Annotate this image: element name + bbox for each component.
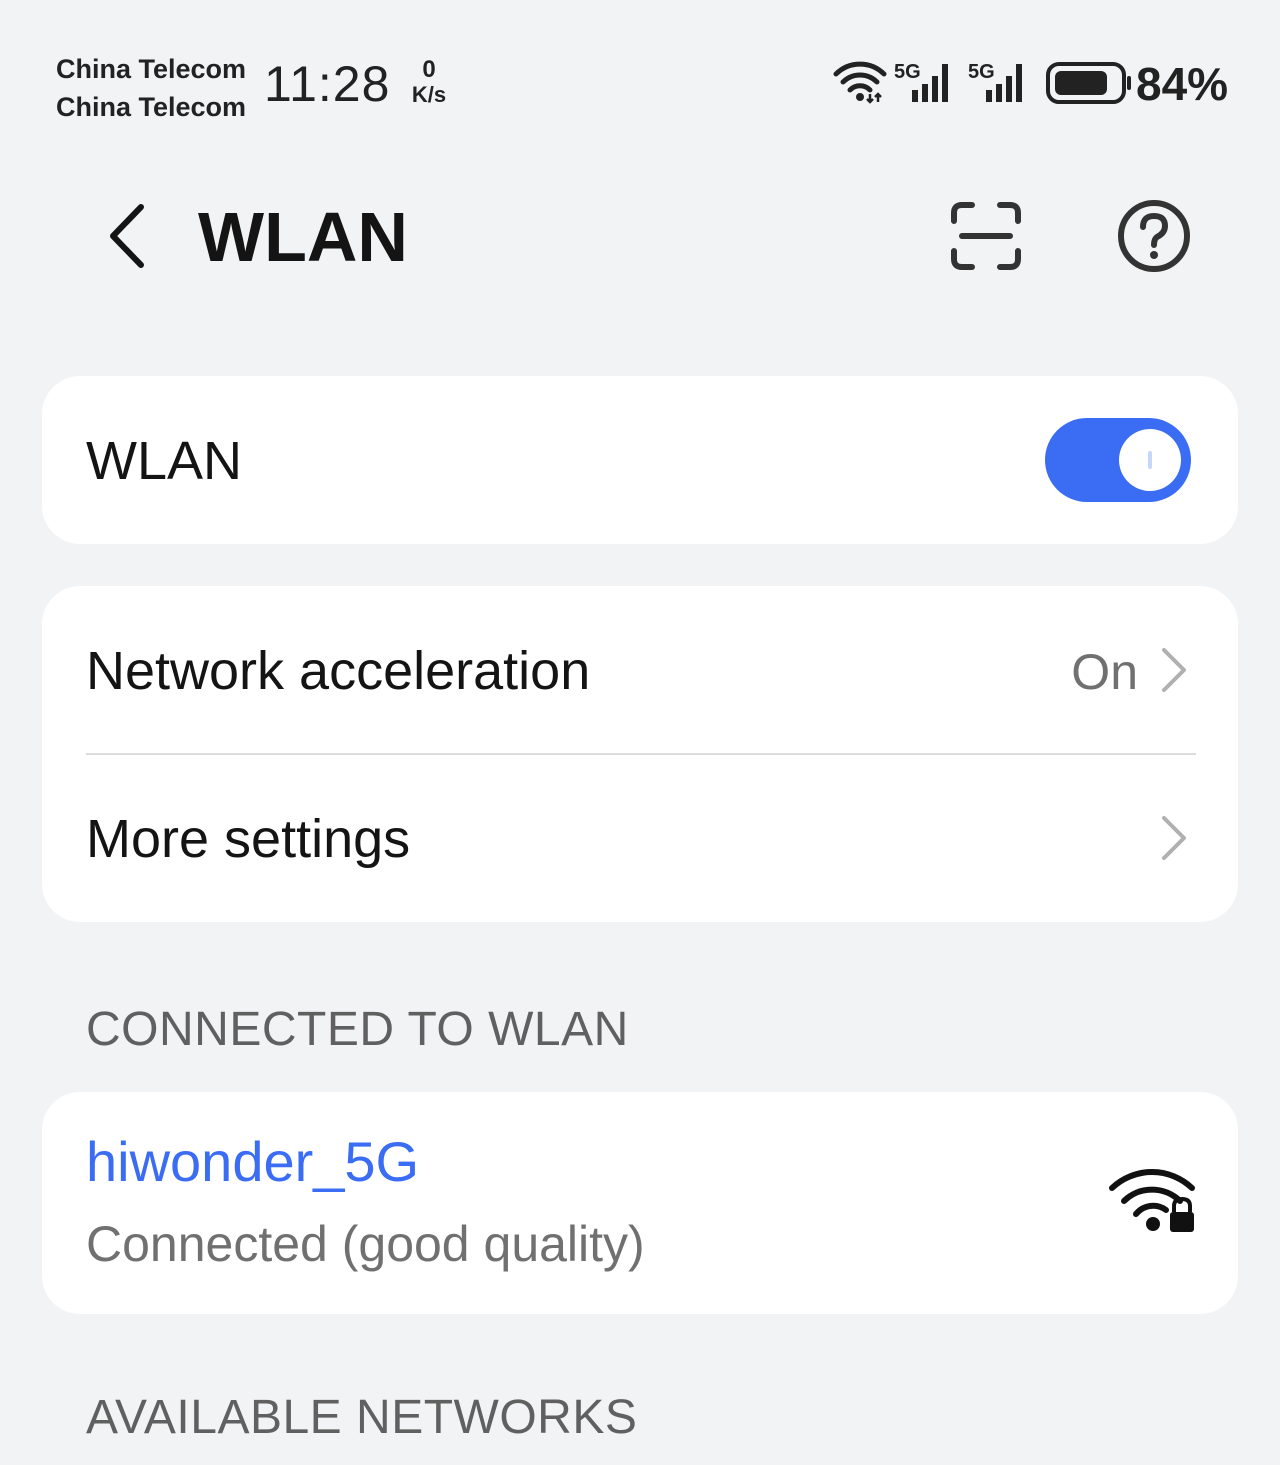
chevron-right-icon [1162, 816, 1186, 860]
network-acceleration-value: On [1071, 644, 1138, 700]
available-section-header: AVAILABLE NETWORKS [86, 1391, 638, 1444]
battery-icon [1046, 62, 1131, 104]
settings-card: Network acceleration On More settings [42, 586, 1238, 922]
signal-5g-icon: 5G [968, 61, 1022, 102]
signal-5g-icon: 5G [894, 61, 948, 102]
wlan-toggle[interactable] [1045, 418, 1191, 502]
help-button[interactable] [1112, 196, 1196, 276]
chevron-right-icon [1162, 648, 1186, 692]
clock: 11:28 [264, 56, 391, 112]
network-acceleration-label: Network acceleration [86, 641, 591, 701]
carrier-1: China Telecom [56, 54, 247, 84]
toggle-knob [1119, 429, 1181, 491]
wlan-label: WLAN [86, 431, 243, 491]
wifi-lock-icon [1109, 1169, 1195, 1232]
chevron-left-icon [110, 204, 144, 268]
page-title: WLAN [198, 198, 408, 276]
wlan-card: WLAN [42, 376, 1238, 544]
network-acceleration-row[interactable]: Network acceleration On [42, 586, 1238, 755]
signal-2-label: 5G [968, 61, 995, 83]
battery-percent: 84% [1136, 58, 1229, 110]
more-settings-row[interactable]: More settings [42, 754, 1238, 922]
network-ssid: hiwonder_5G [86, 1130, 420, 1193]
status-bar: China Telecom China Telecom 11:28 0 K/s … [0, 0, 1280, 130]
wifi-icon [833, 61, 887, 104]
carrier-2: China Telecom [56, 92, 247, 122]
network-speed-value: 0 [422, 56, 436, 83]
back-button[interactable] [92, 196, 162, 276]
scan-button[interactable] [944, 196, 1028, 276]
carrier-names: China Telecom China Telecom [56, 50, 246, 126]
help-icon [1118, 200, 1190, 272]
connected-network-item[interactable]: hiwonder_5G Connected (good quality) [42, 1092, 1238, 1314]
wlan-toggle-row[interactable]: WLAN [42, 376, 1238, 544]
connected-section-header: CONNECTED TO WLAN [86, 1003, 629, 1056]
network-speed: 0 K/s [402, 58, 456, 108]
signal-1-label: 5G [894, 61, 921, 83]
scan-icon [951, 202, 1021, 270]
more-settings-label: More settings [86, 809, 411, 869]
network-status: Connected (good quality) [86, 1216, 645, 1272]
network-speed-unit: K/s [411, 82, 447, 107]
